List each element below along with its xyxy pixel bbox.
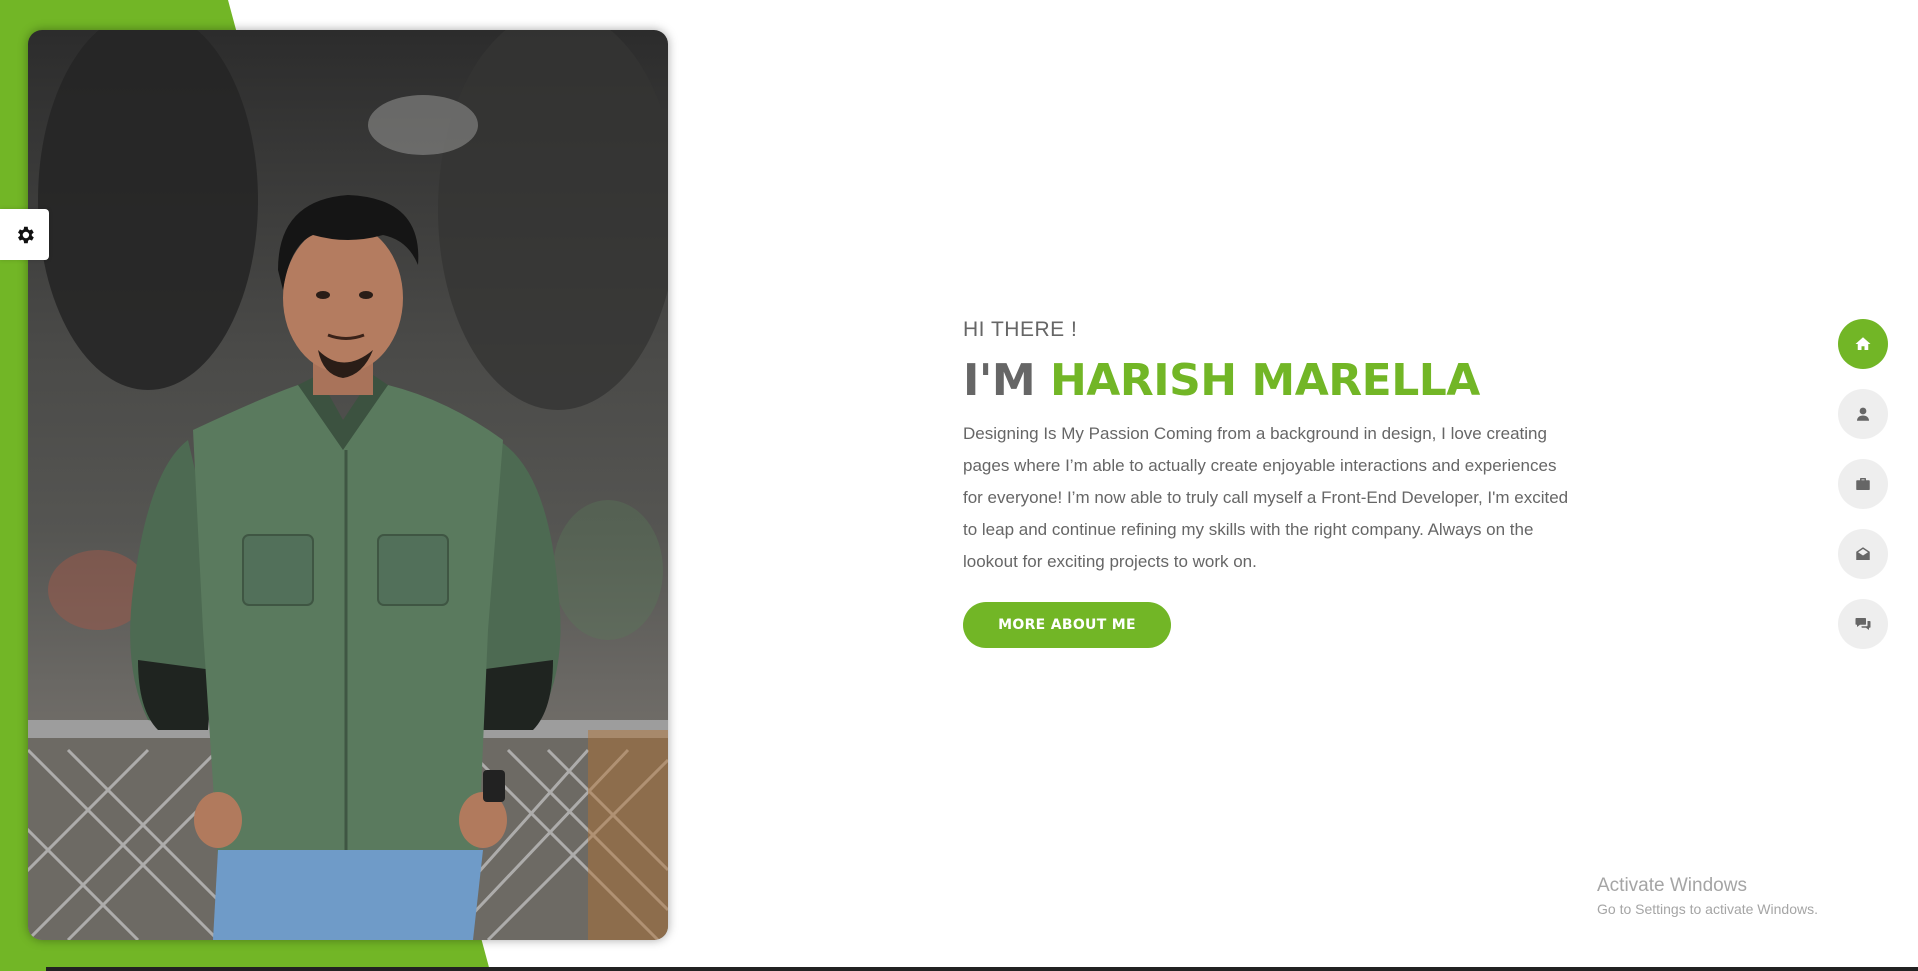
nav-item-home[interactable] [1838,319,1888,369]
nav-item-contact[interactable] [1838,529,1888,579]
gear-icon [17,226,34,243]
user-icon [1857,407,1869,421]
home-page: HI THERE ! I'M HARISH MARELLA Designing … [0,0,1918,971]
headline-name: HARISH MARELLA [1049,355,1480,406]
watermark-title: Activate Windows [1597,875,1747,896]
nav-item-about[interactable] [1838,389,1888,439]
home-icon [1855,337,1871,350]
windows-activation-watermark: Activate Windows Go to Settings to activ… [1597,875,1818,917]
hero-section: HI THERE ! I'M HARISH MARELLA Designing … [963,318,1573,648]
headline-prefix: I'M [963,355,1036,406]
nav-item-blog[interactable] [1838,599,1888,649]
profile-photo [28,30,668,940]
more-about-me-button[interactable]: MORE ABOUT ME [963,602,1171,648]
comments-icon [1855,618,1871,630]
briefcase-icon [1856,478,1870,490]
envelope-open-icon [1856,547,1870,560]
side-navigation [1838,319,1888,669]
nav-item-portfolio[interactable] [1838,459,1888,509]
watermark-subtitle: Go to Settings to activate Windows. [1597,901,1818,917]
hero-headline: I'M HARISH MARELLA [963,356,1573,406]
settings-toggle-button[interactable] [0,209,49,260]
hero-description: Designing Is My Passion Coming from a ba… [963,424,1569,571]
profile-photo-illustration [28,30,668,940]
bottom-edge [46,967,1918,971]
hero-greeting: HI THERE ! [963,318,1078,341]
